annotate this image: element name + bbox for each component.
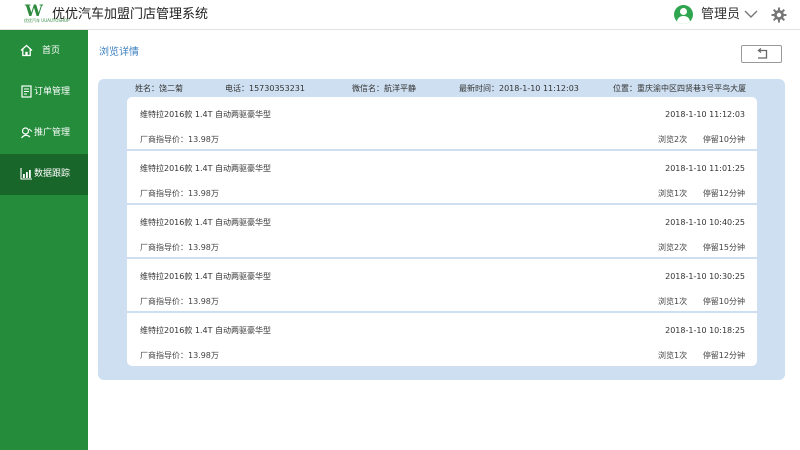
view-count: 浏览2次 [658,243,688,252]
car-model: 维特拉2016款 1.4T 自动两驱豪华型 [140,272,272,281]
view-count: 浏览1次 [658,297,688,306]
chevron-down-icon[interactable] [744,8,758,20]
view-count: 浏览2次 [658,135,688,144]
guide-price: 厂商指导价：13.98万 [140,189,219,198]
sidebar: 首页 订单管理 推广管理 数据跟踪 [0,30,88,450]
app-logo: W 优优汽车 UUAUTOSHOP [24,1,70,27]
browse-time: 2018-1-10 10:30:25 [665,272,745,281]
guide-price: 厂商指导价：13.98万 [140,351,219,360]
top-header: W 优优汽车 UUAUTOSHOP 优优汽车加盟门店管理系统 管理员 [0,0,800,30]
logo-mark: W [25,1,43,20]
customer-wechat: 微信名：航洋平静 [352,84,416,93]
latest-time: 最新时间：2018-1-10 11:12:03 [459,84,579,93]
order-icon [21,85,32,98]
sidebar-item-home[interactable]: 首页 [0,31,88,72]
list-item[interactable]: 维特拉2016款 1.4T 自动两驱豪华型 2018-1-10 11:12:03… [127,97,757,151]
sidebar-item-orders[interactable]: 订单管理 [0,72,88,113]
sidebar-item-data-tracking[interactable]: 数据跟踪 [0,154,88,195]
browse-record-list: 维特拉2016款 1.4T 自动两驱豪华型 2018-1-10 11:12:03… [127,97,757,366]
browse-time: 2018-1-10 10:18:25 [665,326,745,335]
stay-duration: 停留12分钟 [702,351,745,360]
browse-time: 2018-1-10 11:01:25 [665,164,745,173]
guide-price: 厂商指导价：13.98万 [140,243,219,252]
sidebar-item-label: 推广管理 [34,128,71,138]
sidebar-item-label: 数据跟踪 [34,169,71,179]
car-model: 维特拉2016款 1.4T 自动两驱豪华型 [140,326,272,335]
return-icon [757,48,768,59]
guide-price: 厂商指导价：13.98万 [140,297,219,306]
customer-info-bar: 姓名：饶二菊 电话：15730353231 微信名：航洋平静 最新时间：2018… [98,83,785,95]
customer-phone: 电话：15730353231 [225,84,305,93]
gear-icon[interactable] [771,7,787,23]
guide-price: 厂商指导价：13.98万 [140,135,219,144]
customer-location: 位置：重庆渝中区四贤巷3号平鸟大厦 [613,84,747,93]
back-button[interactable] [741,45,782,63]
page-title: 浏览详情 [99,47,139,58]
stay-duration: 停留15分钟 [702,243,745,252]
promotion-icon [21,127,33,139]
customer-name: 姓名：饶二菊 [135,84,183,93]
list-item[interactable]: 维特拉2016款 1.4T 自动两驱豪华型 2018-1-10 10:18:25… [127,313,757,367]
home-icon [20,44,33,57]
browse-detail-panel: 姓名：饶二菊 电话：15730353231 微信名：航洋平静 最新时间：2018… [98,79,785,380]
list-item[interactable]: 维特拉2016款 1.4T 自动两驱豪华型 2018-1-10 10:40:25… [127,205,757,259]
view-count: 浏览1次 [658,189,688,198]
user-name[interactable]: 管理员 [701,7,740,23]
stay-duration: 停留12分钟 [702,189,745,198]
car-model: 维特拉2016款 1.4T 自动两驱豪华型 [140,164,272,173]
stay-duration: 停留10分钟 [702,297,745,306]
stay-duration: 停留10分钟 [702,135,745,144]
view-count: 浏览1次 [658,351,688,360]
browse-time: 2018-1-10 11:12:03 [665,110,745,119]
sidebar-item-label: 订单管理 [34,87,71,97]
user-avatar-icon[interactable] [674,5,693,24]
chart-icon [20,168,32,180]
app-title: 优优汽车加盟门店管理系统 [52,7,209,22]
car-model: 维特拉2016款 1.4T 自动两驱豪华型 [140,218,272,227]
car-model: 维特拉2016款 1.4T 自动两驱豪华型 [140,110,272,119]
sidebar-item-promotion[interactable]: 推广管理 [0,113,88,154]
list-item[interactable]: 维特拉2016款 1.4T 自动两驱豪华型 2018-1-10 10:30:25… [127,259,757,313]
sidebar-item-label: 首页 [42,46,61,56]
list-item[interactable]: 维特拉2016款 1.4T 自动两驱豪华型 2018-1-10 11:01:25… [127,151,757,205]
browse-time: 2018-1-10 10:40:25 [665,218,745,227]
